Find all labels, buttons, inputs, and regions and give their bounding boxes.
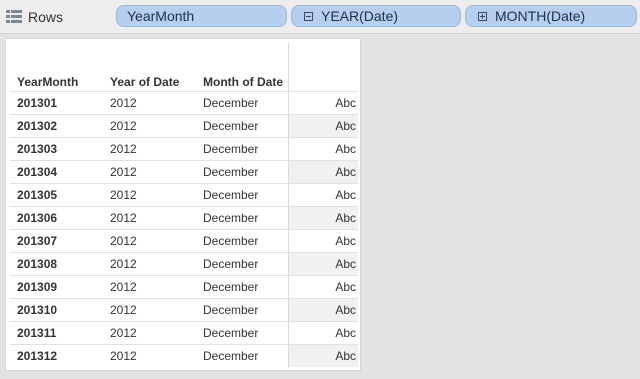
cell-abc: Abc (289, 115, 358, 137)
cell-month: December (203, 165, 259, 179)
table-row[interactable]: 201304 2012 December Abc (10, 160, 358, 183)
table-row[interactable]: 201301 2012 December Abc (10, 91, 358, 114)
rows-shelf-label: Rows (6, 6, 63, 28)
cell-yearmonth: 201310 (17, 303, 58, 317)
cell-abc: Abc (335, 96, 356, 110)
cell-month: December (203, 303, 259, 317)
rows-shelf: Rows YearMonth YEAR(Date) MONTH(Date) (0, 0, 640, 34)
cell-abc: Abc (289, 299, 358, 321)
cell-abc: Abc (289, 253, 358, 275)
table-row[interactable]: 201307 2012 December Abc (10, 229, 358, 252)
cell-year: 2012 (110, 211, 137, 225)
cell-yearmonth: 201308 (17, 257, 58, 271)
pill-yearmonth-label: YearMonth (127, 8, 195, 24)
cell-month: December (203, 326, 259, 340)
cell-yearmonth: 201309 (17, 280, 58, 294)
cell-month: December (203, 280, 259, 294)
cell-abc: Abc (335, 142, 356, 156)
table-row[interactable]: 201302 2012 December Abc (10, 114, 358, 137)
cell-month: December (203, 211, 259, 225)
table-row[interactable]: 201308 2012 December Abc (10, 252, 358, 275)
cell-yearmonth: 201302 (17, 119, 58, 133)
cell-month: December (203, 96, 259, 110)
table-row[interactable]: 201311 2012 December Abc (10, 321, 358, 344)
table-row[interactable]: 201309 2012 December Abc (10, 275, 358, 298)
cell-yearmonth: 201305 (17, 188, 58, 202)
cell-month: December (203, 349, 259, 363)
cell-yearmonth: 201311 (17, 326, 57, 340)
cell-year: 2012 (110, 257, 137, 271)
pill-year-date[interactable]: YEAR(Date) (291, 5, 461, 27)
table-row[interactable]: 201303 2012 December Abc (10, 137, 358, 160)
cell-year: 2012 (110, 142, 137, 156)
cell-year: 2012 (110, 303, 137, 317)
cell-month: December (203, 142, 259, 156)
table-row[interactable]: 201305 2012 December Abc (10, 183, 358, 206)
cell-year: 2012 (110, 188, 137, 202)
pill-yearmonth[interactable]: YearMonth (116, 5, 287, 27)
cell-month: December (203, 119, 259, 133)
table-row[interactable]: 201310 2012 December Abc (10, 298, 358, 321)
cell-abc: Abc (335, 188, 356, 202)
collapse-box-icon[interactable] (304, 11, 313, 21)
cell-year: 2012 (110, 165, 137, 179)
table-header: YearMonth Year of Date Month of Date (6, 73, 360, 91)
crosstab-view: YearMonth Year of Date Month of Date 201… (5, 38, 361, 371)
cell-abc: Abc (335, 280, 356, 294)
cell-month: December (203, 188, 259, 202)
cell-abc: Abc (289, 207, 358, 229)
rows-label-text: Rows (28, 9, 64, 25)
cell-abc: Abc (335, 326, 356, 340)
cell-abc: Abc (335, 234, 356, 248)
cell-yearmonth: 201307 (17, 234, 58, 248)
cell-year: 2012 (110, 96, 137, 110)
header-month-of-date[interactable]: Month of Date (203, 75, 283, 89)
cell-yearmonth: 201312 (17, 349, 58, 363)
cell-yearmonth: 201306 (17, 211, 58, 225)
cell-year: 2012 (110, 326, 137, 340)
cell-month: December (203, 257, 259, 271)
cell-yearmonth: 201303 (17, 142, 58, 156)
pill-year-date-label: YEAR(Date) (321, 8, 399, 24)
cell-year: 2012 (110, 234, 137, 248)
cell-yearmonth: 201301 (17, 96, 58, 110)
rows-icon (6, 10, 22, 24)
cell-month: December (203, 234, 259, 248)
pill-month-date[interactable]: MONTH(Date) (465, 5, 637, 27)
table-row[interactable]: 201312 2012 December Abc (10, 344, 358, 367)
header-year-of-date[interactable]: Year of Date (110, 75, 179, 89)
expand-box-icon[interactable] (478, 11, 487, 21)
cell-abc: Abc (289, 345, 358, 367)
header-yearmonth[interactable]: YearMonth (17, 75, 78, 89)
table-row[interactable]: 201306 2012 December Abc (10, 206, 358, 229)
cell-yearmonth: 201304 (17, 165, 58, 179)
cell-year: 2012 (110, 119, 137, 133)
cell-year: 2012 (110, 349, 137, 363)
pill-month-date-label: MONTH(Date) (495, 8, 586, 24)
cell-abc: Abc (289, 161, 358, 183)
cell-year: 2012 (110, 280, 137, 294)
